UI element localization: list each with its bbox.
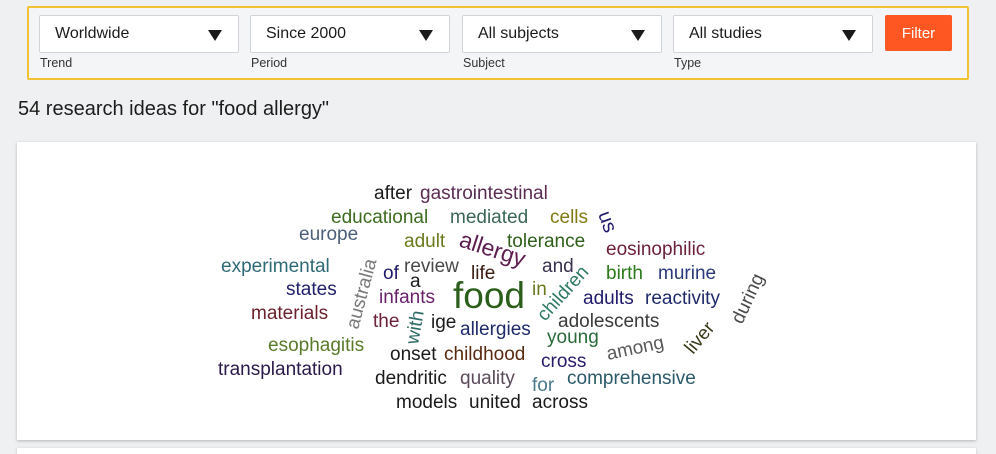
cloud-word-adults[interactable]: adults: [583, 288, 634, 309]
cloud-word-across[interactable]: across: [532, 392, 588, 413]
cloud-word-the[interactable]: the: [373, 311, 399, 332]
cloud-word-experimental[interactable]: experimental: [221, 256, 330, 277]
cloud-word-childhood[interactable]: childhood: [444, 344, 525, 365]
cloud-word-infants[interactable]: infants: [379, 287, 435, 308]
cloud-word-gastrointestinal[interactable]: gastrointestinal: [420, 183, 548, 204]
word-cloud: after gastrointestinaleducational mediated…: [218, 183, 769, 413]
cloud-word-cells[interactable]: cells: [550, 207, 588, 228]
cloud-word-with[interactable]: with: [402, 309, 429, 347]
cloud-word-united[interactable]: united: [469, 392, 521, 413]
cloud-word-during[interactable]: during: [727, 270, 768, 327]
cloud-word-esophagitis[interactable]: esophagitis: [268, 335, 364, 356]
cloud-word-transplantation[interactable]: transplantation: [218, 359, 343, 380]
cloud-word-of[interactable]: of: [383, 263, 400, 284]
cloud-word-states[interactable]: states: [286, 279, 337, 300]
cloud-word-materials[interactable]: materials: [251, 303, 328, 324]
cloud-word-europe[interactable]: europe: [299, 224, 358, 245]
cloud-word-onset[interactable]: onset: [390, 344, 437, 365]
cloud-word-mediated[interactable]: mediated: [450, 207, 528, 228]
cloud-word-dendritic[interactable]: dendritic: [375, 368, 447, 389]
cloud-word-ige[interactable]: ige: [431, 312, 456, 333]
cloud-word-models[interactable]: models: [396, 392, 457, 413]
cloud-word-comprehensive[interactable]: comprehensive: [567, 368, 696, 389]
cloud-word-quality[interactable]: quality: [460, 368, 515, 389]
cloud-word-reactivity[interactable]: reactivity: [645, 288, 720, 309]
cloud-word-us[interactable]: us: [593, 208, 621, 235]
cloud-word-tolerance[interactable]: tolerance: [507, 231, 585, 252]
next-card-edge: [17, 448, 976, 454]
cloud-word-liver[interactable]: liver: [681, 318, 720, 359]
cloud-word-food[interactable]: food: [453, 275, 525, 316]
cloud-word-after[interactable]: after: [374, 183, 413, 204]
cloud-word-eosinophilic[interactable]: eosinophilic: [606, 239, 705, 260]
cloud-word-birth[interactable]: birth: [606, 263, 643, 284]
cloud-word-allergies[interactable]: allergies: [460, 319, 531, 340]
cloud-word-in[interactable]: in: [532, 279, 547, 300]
cloud-word-among[interactable]: among: [605, 332, 666, 365]
cloud-word-adult[interactable]: adult: [404, 231, 446, 252]
word-cloud-card: after gastrointestinal educational mediated…: [17, 142, 976, 440]
cloud-word-murine[interactable]: murine: [658, 263, 716, 284]
cloud-word-young[interactable]: young: [547, 327, 599, 348]
